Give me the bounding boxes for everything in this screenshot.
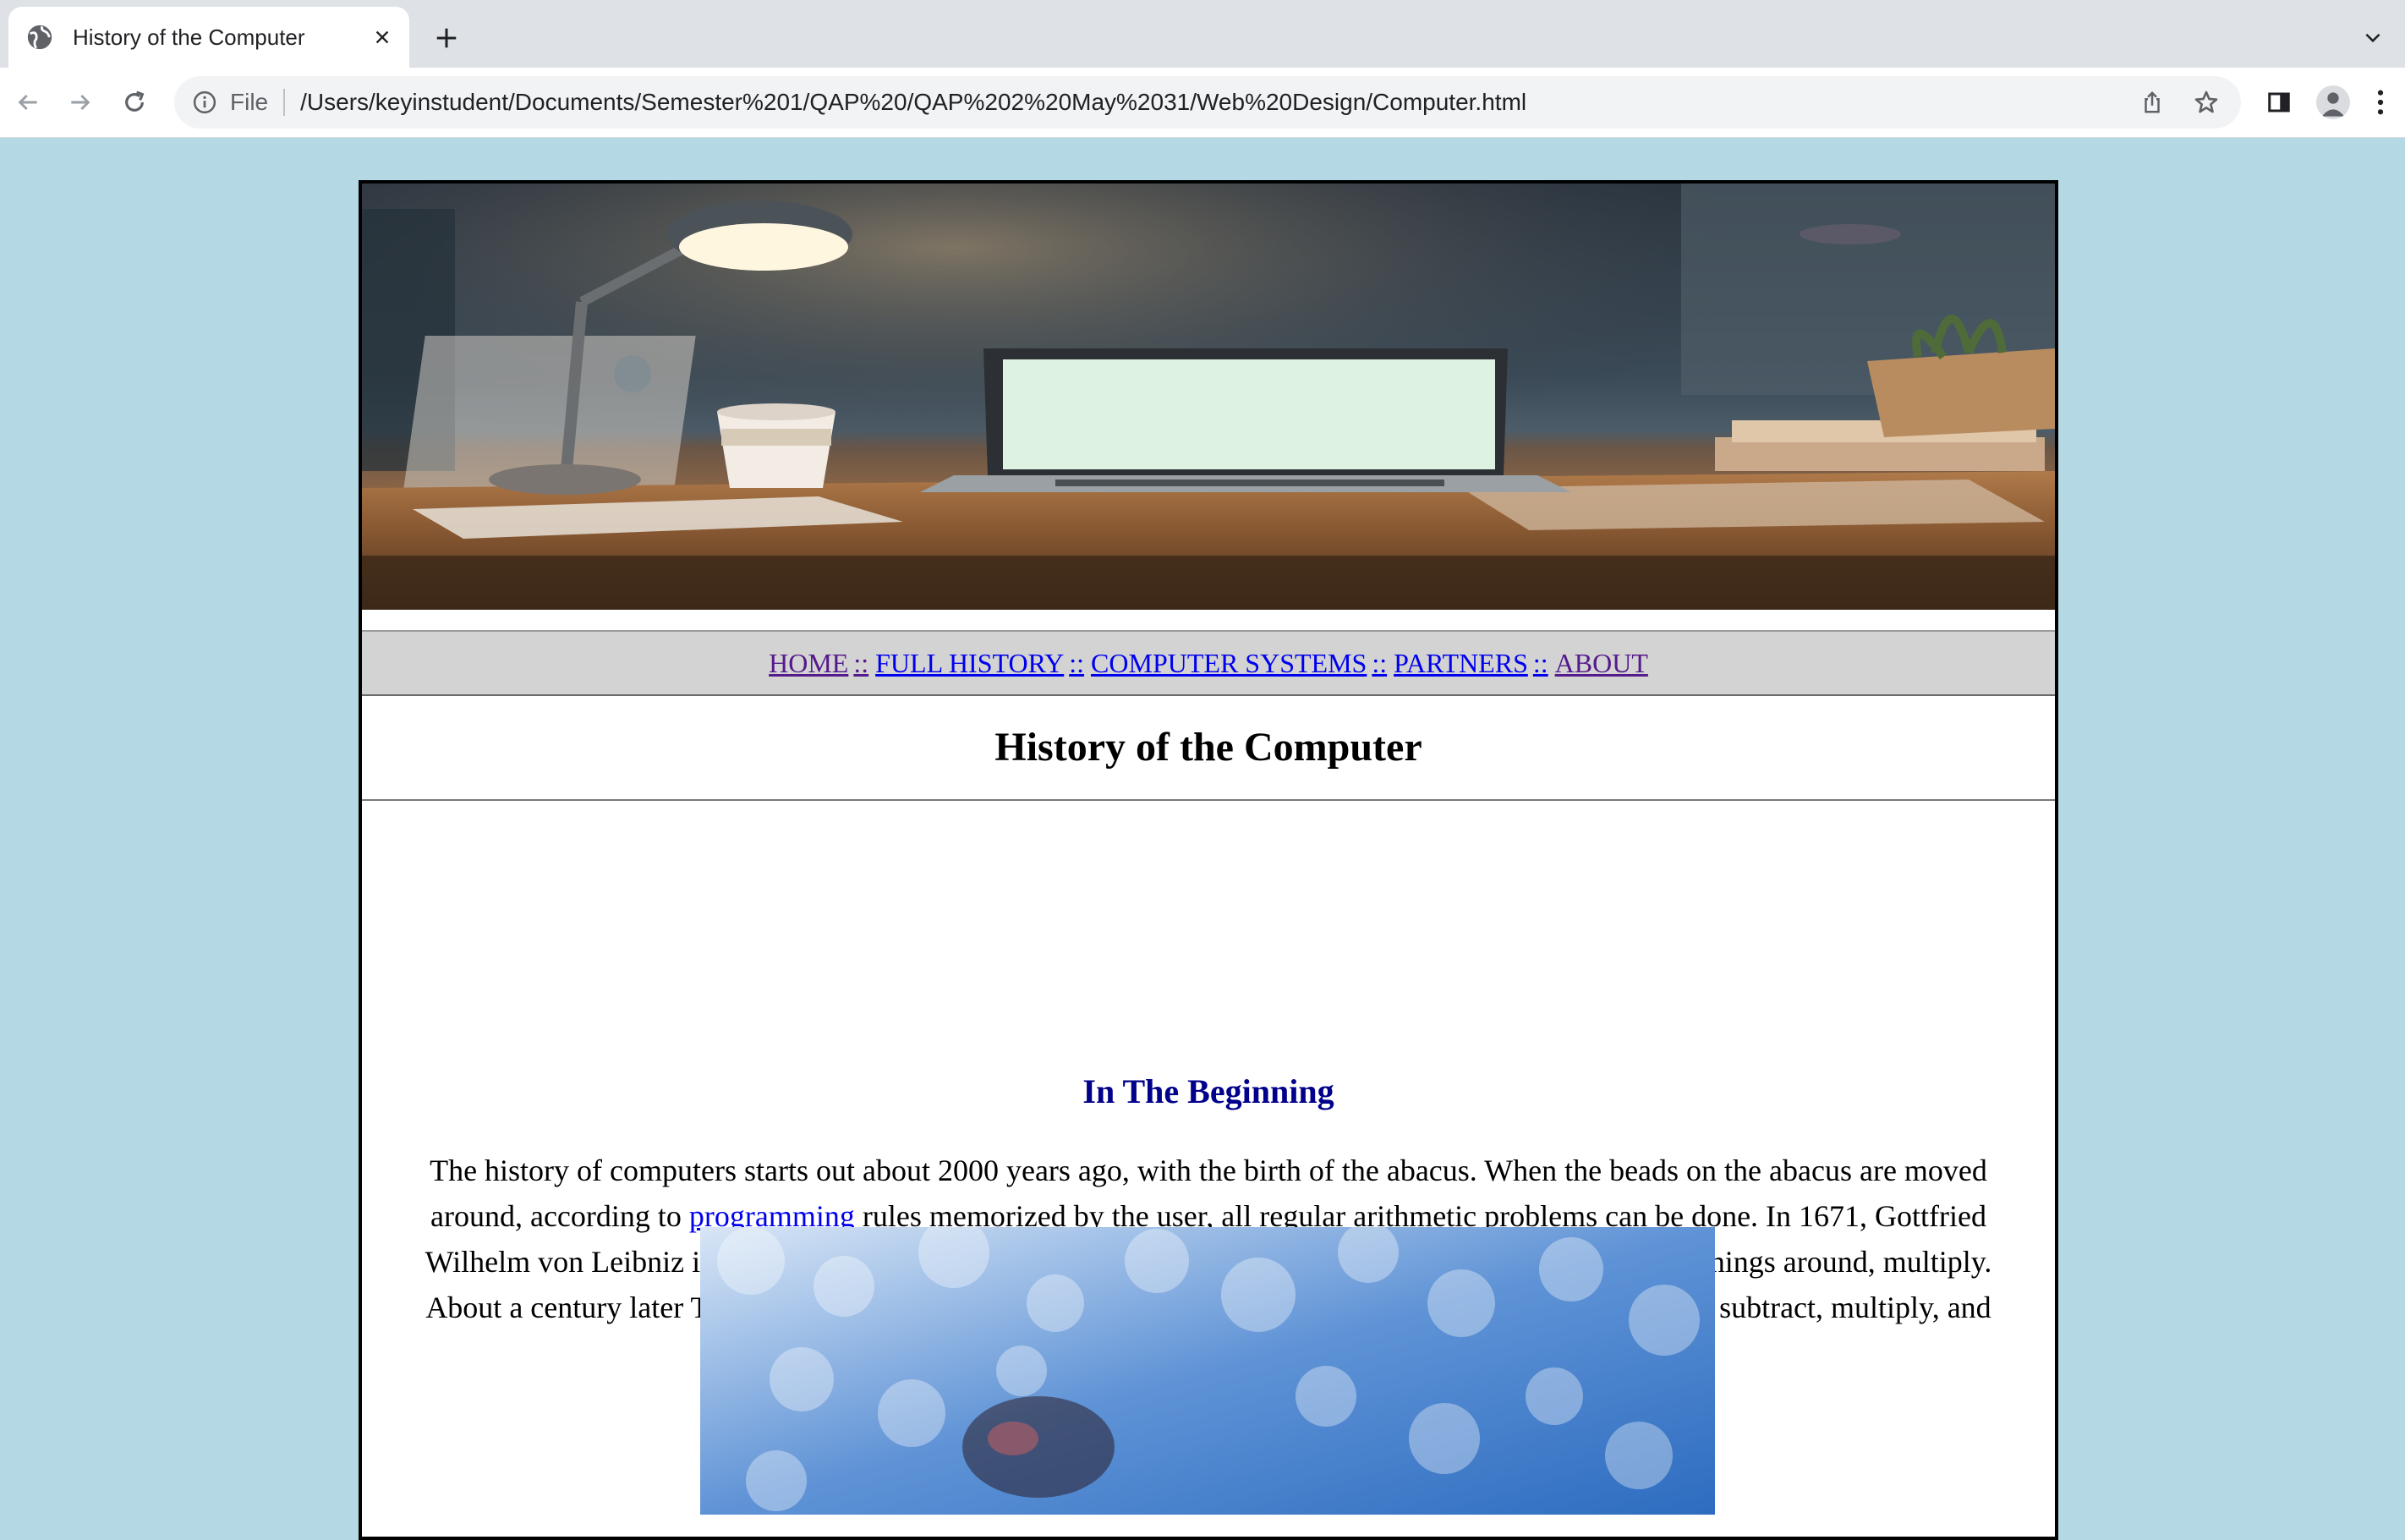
page-container: HOME :: FULL HISTORY :: COMPUTER SYSTEMS… (359, 180, 2058, 1540)
main-nav: HOME :: FULL HISTORY :: COMPUTER SYSTEMS… (362, 630, 2055, 696)
nav-partners-link[interactable]: PARTNERS (1394, 648, 1528, 679)
section-title: In The Beginning (1082, 1072, 1334, 1110)
address-bar[interactable]: File /Users/keyinstudent/Documents/Semes… (174, 76, 2241, 129)
nav-computer-systems-link[interactable]: COMPUTER SYSTEMS (1091, 648, 1367, 679)
nav-home-link[interactable]: HOME (769, 648, 848, 679)
close-icon[interactable] (365, 20, 399, 54)
star-icon[interactable] (2187, 83, 2226, 122)
globe-icon (25, 23, 54, 52)
back-arrow-icon[interactable] (8, 83, 47, 122)
side-panel-icon[interactable] (2260, 83, 2298, 122)
chevron-down-icon[interactable] (2356, 20, 2390, 54)
banner-image (362, 184, 2055, 610)
url-text[interactable]: /Users/keyinstudent/Documents/Semester%2… (300, 89, 2133, 116)
nav-separator: :: (1372, 647, 1388, 678)
new-tab-icon[interactable] (427, 19, 466, 58)
page-title: History of the Computer (994, 724, 1422, 770)
bokeh-photo (700, 1217, 1715, 1515)
browser-tab-strip: History of the Computer (0, 0, 2405, 68)
more-menu-icon[interactable] (2368, 83, 2393, 122)
url-scheme-label: File (230, 89, 269, 115)
nav-full-history-link[interactable]: FULL HISTORY (875, 648, 1064, 679)
profile-avatar-icon[interactable] (2314, 83, 2353, 122)
nav-separator: :: (1069, 647, 1085, 678)
browser-toolbar: File /Users/keyinstudent/Documents/Semes… (0, 68, 2405, 138)
reload-icon[interactable] (115, 83, 154, 122)
nav-separator: :: (853, 647, 869, 678)
info-icon[interactable] (189, 87, 220, 118)
share-icon[interactable] (2133, 83, 2172, 122)
tab-title: History of the Computer (73, 24, 305, 50)
page-heading-box: History of the Computer (362, 694, 2055, 801)
forward-arrow-icon[interactable] (61, 83, 100, 122)
browser-tab[interactable]: History of the Computer (8, 7, 409, 68)
url-divider (283, 89, 286, 116)
nav-separator: :: (1532, 647, 1548, 678)
nav-about-link[interactable]: ABOUT (1555, 648, 1648, 679)
